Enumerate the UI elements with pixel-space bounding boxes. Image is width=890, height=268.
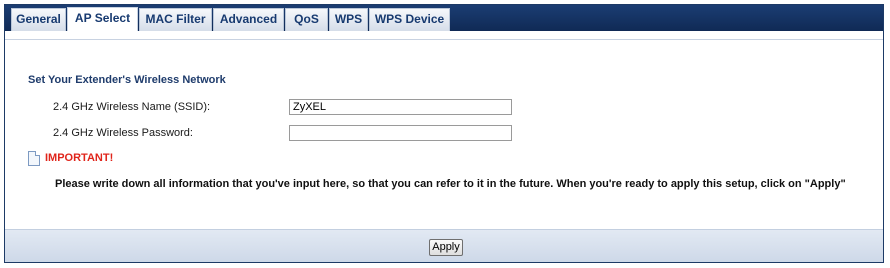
tab-mac-filter[interactable]: MAC Filter xyxy=(139,8,212,31)
tab-strip-divider xyxy=(5,31,883,40)
important-note: Please write down all information that y… xyxy=(55,178,846,190)
footer-bar: Apply xyxy=(5,229,883,262)
important-label: IMPORTANT! xyxy=(45,152,114,164)
apply-button[interactable]: Apply xyxy=(429,239,463,256)
ap-select-content: Set Your Extender's Wireless Network 2.4… xyxy=(5,40,883,229)
ssid-input[interactable] xyxy=(289,99,512,115)
section-title: Set Your Extender's Wireless Network xyxy=(28,74,226,86)
tab-wps-device[interactable]: WPS Device xyxy=(369,8,450,31)
tab-advanced[interactable]: Advanced xyxy=(213,8,284,31)
tab-qos[interactable]: QoS xyxy=(285,8,328,31)
tab-wps[interactable]: WPS xyxy=(329,8,368,31)
password-input[interactable] xyxy=(289,125,512,141)
tab-general[interactable]: General xyxy=(11,8,66,31)
router-settings-panel: General AP Select MAC Filter Advanced Qo… xyxy=(4,4,884,263)
important-notice: IMPORTANT! xyxy=(28,150,113,166)
ssid-label: 2.4 GHz Wireless Name (SSID): xyxy=(53,101,211,113)
document-icon xyxy=(28,150,40,166)
password-label: 2.4 GHz Wireless Password: xyxy=(53,127,193,139)
tab-bar: General AP Select MAC Filter Advanced Qo… xyxy=(5,5,883,32)
tab-ap-select[interactable]: AP Select xyxy=(67,7,138,32)
